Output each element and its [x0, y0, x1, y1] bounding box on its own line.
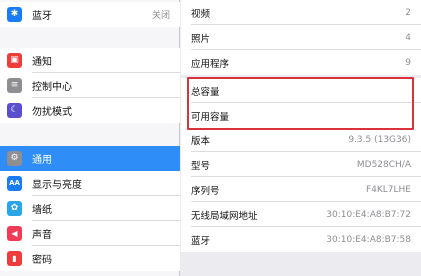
about-detail-pane: 视频 2 照片 4 应用程序 9 总容量 可用容量 版本 9.3.5 (13G3… — [181, 0, 421, 276]
sounds-icon: ◀ — [7, 226, 22, 241]
about-row-serial-number: 序列号 F4KL7LHE — [181, 177, 421, 202]
about-row-version: 版本 9.3.5 (13G36) — [181, 127, 421, 152]
sidebar-item-passcode[interactable]: ▮ 密码 — [0, 246, 180, 271]
sidebar-item-wallpaper[interactable]: ✿ 墙纸 — [0, 196, 180, 221]
row-value: F4KL7LHE — [365, 184, 411, 195]
about-row-applications: 应用程序 9 — [181, 50, 421, 75]
row-key: 序列号 — [191, 185, 220, 197]
sidebar-item-label: 密码 — [32, 255, 52, 266]
row-value: MD528CH/A — [356, 159, 411, 170]
display-brightness-icon: AA — [7, 176, 22, 191]
about-row-wifi-address: 无线局域网地址 30:10:E4:A8:B7:72 — [181, 202, 421, 227]
row-key: 应用程序 — [191, 58, 230, 70]
sidebar-item-label: 勿扰模式 — [32, 107, 72, 118]
sidebar-group-general: ⚙ 通用 AA 显示与亮度 ✿ 墙纸 ◀ 声音 ▮ 密码 — [0, 146, 180, 271]
general-gear-icon: ⚙ — [7, 151, 22, 166]
sidebar-item-label: 蓝牙 — [32, 11, 52, 22]
sidebar-item-notifications[interactable]: ▣ 通知 — [0, 48, 180, 73]
bluetooth-icon: ✱ — [7, 7, 22, 22]
row-key: 可用容量 — [191, 111, 230, 123]
row-value: 30:10:E4:A8:B7:72 — [326, 209, 411, 220]
sidebar-group-connectivity: ✱ 蓝牙 关闭 — [0, 2, 180, 27]
sidebar-item-general[interactable]: ⚙ 通用 — [0, 146, 180, 171]
sidebar-group-notifications: ▣ 通知 ≡ 控制中心 ☾ 勿扰模式 — [0, 48, 180, 123]
sidebar-item-bluetooth[interactable]: ✱ 蓝牙 关闭 — [0, 2, 180, 27]
row-key: 无线局域网地址 — [191, 210, 258, 222]
sidebar-item-display-brightness[interactable]: AA 显示与亮度 — [0, 171, 180, 196]
about-row-bluetooth-address: 蓝牙 30:10:E4:A8:B7:58 — [181, 227, 421, 252]
sidebar-item-label: 显示与亮度 — [32, 180, 82, 191]
about-group-capacity: 总容量 可用容量 — [181, 78, 421, 128]
row-key: 照片 — [191, 33, 211, 45]
row-value: 9 — [405, 57, 411, 68]
row-value: 2 — [405, 7, 411, 18]
about-row-model: 型号 MD528CH/A — [181, 152, 421, 177]
about-row-videos: 视频 2 — [181, 0, 421, 25]
sidebar-item-control-center[interactable]: ≡ 控制中心 — [0, 73, 180, 98]
sidebar-item-label: 通知 — [32, 57, 52, 68]
do-not-disturb-icon: ☾ — [7, 103, 22, 118]
sidebar-item-do-not-disturb[interactable]: ☾ 勿扰模式 — [0, 98, 180, 123]
row-key: 蓝牙 — [191, 235, 211, 247]
sidebar-item-sounds[interactable]: ◀ 声音 — [0, 221, 180, 246]
sidebar-item-label: 声音 — [32, 230, 52, 241]
settings-sidebar: ✱ 蓝牙 关闭 ▣ 通知 ≡ 控制中心 ☾ 勿扰模式 ⚙ 通用 AA 显示与亮度… — [0, 0, 180, 276]
control-center-icon: ≡ — [7, 78, 22, 93]
about-group-device-info: 版本 9.3.5 (13G36) 型号 MD528CH/A 序列号 F4KL7L… — [181, 127, 421, 252]
row-key: 版本 — [191, 135, 211, 147]
row-key: 型号 — [191, 160, 211, 172]
about-group-media: 视频 2 照片 4 应用程序 9 — [181, 0, 421, 75]
row-key: 视频 — [191, 8, 211, 20]
row-value: 4 — [405, 32, 411, 43]
about-row-available-capacity: 可用容量 — [181, 103, 421, 128]
about-row-total-capacity: 总容量 — [181, 78, 421, 103]
sidebar-item-label: 通用 — [32, 155, 52, 166]
sidebar-item-value: 关闭 — [151, 11, 170, 21]
wallpaper-icon: ✿ — [7, 201, 22, 216]
sidebar-item-label: 控制中心 — [32, 82, 72, 93]
row-key: 总容量 — [191, 86, 220, 98]
notifications-icon: ▣ — [7, 53, 22, 68]
sidebar-item-label: 墙纸 — [32, 205, 52, 216]
row-value: 30:10:E4:A8:B7:58 — [326, 234, 411, 245]
passcode-icon: ▮ — [7, 251, 22, 266]
row-value: 9.3.5 (13G36) — [348, 134, 411, 145]
about-row-photos: 照片 4 — [181, 25, 421, 50]
